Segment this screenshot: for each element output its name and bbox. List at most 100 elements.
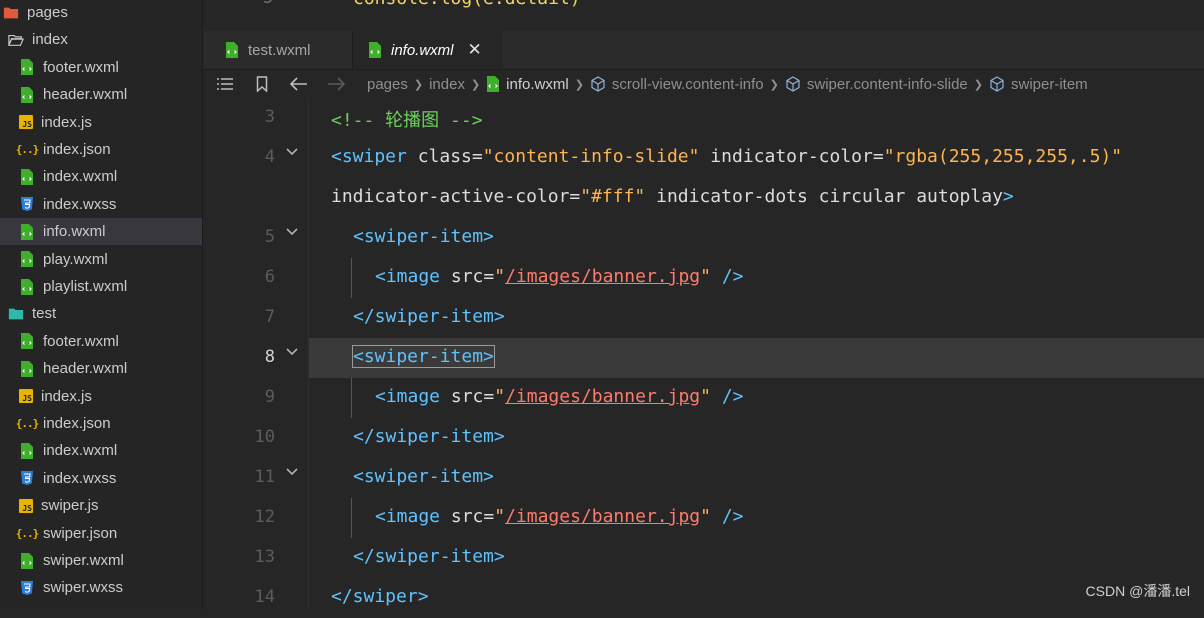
code-line[interactable]: 4 <swiper class="content-info-slide" indi… <box>203 138 1204 178</box>
sidebar-item-swiper-js[interactable]: JS swiper.js <box>0 492 202 519</box>
sidebar-item-label: swiper.wxss <box>43 579 124 597</box>
wxss-file-icon <box>19 470 35 486</box>
forward-arrow-icon[interactable] <box>324 77 348 91</box>
sidebar-item-label: playlist.wxml <box>43 278 128 295</box>
wxml-file-icon <box>19 333 35 350</box>
cube-icon <box>989 76 1005 92</box>
code-line[interactable]: 11 <swiper-item> <box>203 458 1204 498</box>
sidebar-item-pages[interactable]: pages <box>0 0 202 26</box>
breadcrumb-item[interactable]: swiper-item <box>989 76 1088 93</box>
breadcrumb-item[interactable]: index <box>429 76 465 93</box>
line-number: 11 <box>254 467 275 487</box>
wxml-file-icon <box>19 552 35 569</box>
wxml-file-icon <box>486 76 500 92</box>
wxml-file-icon <box>19 251 35 268</box>
code-token: "content-info-slide" <box>482 146 700 167</box>
code-peek-line: 5 console.log(e.detail) <box>203 0 1204 31</box>
chevron-down-icon[interactable] <box>285 463 299 477</box>
file-explorer: pages index footer.wxml header.wxml JS index.… <box>0 0 203 609</box>
sidebar-item-index-wxss[interactable]: index.wxss <box>0 191 202 218</box>
chevron-down-icon[interactable] <box>285 223 299 237</box>
sidebar-item-playlist-wxml[interactable]: playlist.wxml <box>0 273 202 300</box>
back-arrow-icon[interactable] <box>287 77 311 91</box>
tab-test-wxml[interactable]: test.wxml <box>203 31 353 69</box>
code-line[interactable]: 14 </swiper> <box>203 578 1204 618</box>
line-number: 7 <box>264 307 275 327</box>
line-number: 12 <box>254 507 275 527</box>
code-editor[interactable]: 3 <!-- 轮播图 --> 4 <swiper class="content-inf… <box>203 98 1204 609</box>
wxml-file-icon <box>19 442 35 459</box>
sidebar-item-info-wxml[interactable]: info.wxml <box>0 218 202 246</box>
code-line[interactable]: indicator-active-color="#fff" indicator-… <box>203 178 1204 218</box>
sidebar-item-index-wxml[interactable]: index.wxml <box>0 437 202 464</box>
close-icon[interactable]: ✕ <box>468 40 482 60</box>
code-line[interactable]: 7 </swiper-item> <box>203 298 1204 338</box>
code-line[interactable]: 3 <!-- 轮播图 --> <box>203 98 1204 138</box>
code-token: " <box>700 386 711 407</box>
code-token: src= <box>440 386 495 407</box>
breadcrumb-label: pages <box>367 75 408 93</box>
breadcrumb-item[interactable]: info.wxml <box>486 76 569 93</box>
bookmark-icon[interactable] <box>250 76 274 92</box>
code-token: </swiper-item> <box>353 426 505 447</box>
wxml-file-icon <box>19 86 35 103</box>
indent-guide <box>351 378 352 418</box>
tab-bar: test.wxml info.wxml ✕ <box>203 31 1204 70</box>
sidebar-item-index-wxss[interactable]: index.wxss <box>0 465 202 492</box>
code-token: /images/banner.jpg <box>505 506 701 527</box>
sidebar-item-index-js[interactable]: JS index.js <box>0 383 202 410</box>
code-line[interactable]: 8 <swiper-item> <box>203 338 1204 378</box>
code-line[interactable]: 10 </swiper-item> <box>203 418 1204 458</box>
sidebar-item-test[interactable]: test <box>0 300 202 327</box>
breadcrumb-item[interactable]: pages <box>367 76 408 93</box>
sidebar-item-index-json[interactable]: {..} index.json <box>0 410 202 437</box>
sidebar-item-swiper-wxml[interactable]: swiper.wxml <box>0 547 202 574</box>
code-token: /> <box>721 386 744 407</box>
code-line[interactable]: 6 <image src="/images/banner.jpg" /> <box>203 258 1204 298</box>
chevron-right-icon: ❯ <box>470 78 481 91</box>
sidebar-item-header-wxml[interactable]: header.wxml <box>0 355 202 382</box>
json-file-icon: {..} <box>15 526 40 540</box>
sidebar-item-play-wxml[interactable]: play.wxml <box>0 246 202 273</box>
chevron-down-icon[interactable] <box>285 343 299 357</box>
breadcrumb-label: swiper-item <box>1011 75 1088 93</box>
list-icon[interactable] <box>213 77 237 91</box>
cube-icon <box>590 76 606 92</box>
js-file-icon: JS <box>19 389 33 404</box>
breadcrumb-label: scroll-view.content-info <box>611 75 764 93</box>
sidebar-item-footer-wxml[interactable]: footer.wxml <box>0 54 202 81</box>
js-file-icon: JS <box>19 498 33 513</box>
code-token: <image <box>375 266 441 287</box>
code-line[interactable]: 13 </swiper-item> <box>203 538 1204 578</box>
sidebar-item-index-wxml[interactable]: index.wxml <box>0 163 202 190</box>
json-file-icon: {..} <box>15 143 40 156</box>
sidebar-item-index-json[interactable]: {..} index.json <box>0 136 202 163</box>
chevron-down-icon[interactable] <box>285 143 299 157</box>
breadcrumb-item[interactable]: scroll-view.content-info <box>590 76 764 93</box>
code-token: " <box>494 506 506 527</box>
sidebar-item-index-js[interactable]: JS index.js <box>0 109 202 136</box>
chevron-right-icon: ❯ <box>574 78 584 91</box>
sidebar-item-footer-wxml[interactable]: footer.wxml <box>0 328 202 355</box>
breadcrumb-label: info.wxml <box>506 75 569 93</box>
sidebar-item-label: index.json <box>43 141 111 158</box>
code-line[interactable]: 5 <swiper-item> <box>203 218 1204 258</box>
line-number: 14 <box>254 587 275 607</box>
line-number: 9 <box>264 387 275 407</box>
watermark: CSDN @潘潘.tel <box>1085 583 1190 599</box>
line-number: 3 <box>264 107 275 127</box>
sidebar-item-swiper-wxss[interactable]: swiper.wxss <box>0 574 202 601</box>
breadcrumb-item[interactable]: swiper.content-info-slide <box>785 76 968 93</box>
code-token: <swiper-item> <box>353 226 494 247</box>
tab-info-wxml[interactable]: info.wxml ✕ <box>353 31 503 69</box>
sidebar-item-label: swiper.js <box>41 497 99 515</box>
sidebar-item-header-wxml[interactable]: header.wxml <box>0 81 202 108</box>
sidebar-item-label: footer.wxml <box>43 332 119 350</box>
code-line[interactable]: 12 <image src="/images/banner.jpg" /> <box>203 498 1204 538</box>
line-number: 5 <box>264 227 275 247</box>
code-line[interactable]: 9 <image src="/images/banner.jpg" /> <box>203 378 1204 418</box>
json-file-icon: {..} <box>15 417 40 430</box>
sidebar-item-index[interactable]: index <box>0 26 202 53</box>
sidebar-item-swiper-json[interactable]: {..} swiper.json <box>0 520 202 547</box>
